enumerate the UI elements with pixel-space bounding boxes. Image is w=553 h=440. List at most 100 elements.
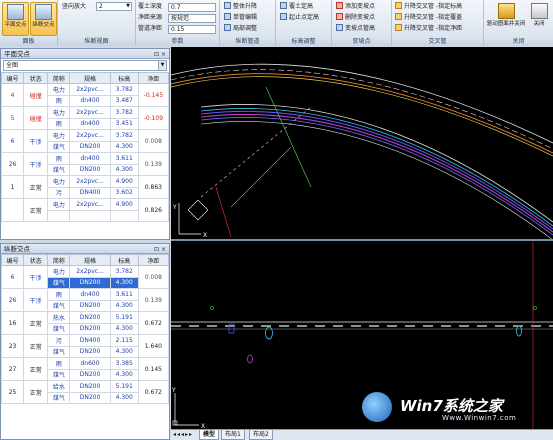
watermark: Win7系统之家 Www.Winwin7.com — [356, 389, 553, 429]
spec-cell: dn600 — [69, 357, 111, 370]
column-header[interactable]: 规格 — [69, 72, 111, 84]
table-row[interactable]: 6 干涉 电力 2x2pvc... 3.782 0.008 — [1, 265, 169, 289]
ribbon-group-panel: 平面交点 纵断交点 面板 — [0, 0, 58, 46]
svg-text:X: X — [203, 232, 207, 239]
clearance-source-select[interactable]: 按规范 — [168, 14, 216, 23]
table-row[interactable]: 正常 电力 2x2pvc... 4.900 0.826 — [1, 198, 169, 222]
vertex-pipe-height-button[interactable]: 变坡点管高 — [336, 24, 375, 34]
table-row[interactable]: 26 干涉雨 dn400 3.611 0.139 — [1, 288, 169, 312]
road-center-line — [171, 69, 553, 150]
pipe-clearance-input[interactable]: 0.15 — [168, 25, 216, 34]
group-label: 面板 — [0, 37, 57, 46]
column-header[interactable]: 标高 — [109, 254, 139, 266]
status-cell: 正常 — [23, 198, 49, 222]
tab-layout2[interactable]: 布局2 — [249, 430, 273, 440]
table-row[interactable]: 16 正常 热水 DN200 5.191 0.672 — [1, 311, 169, 335]
cover-depth-input[interactable]: 0.7 — [168, 3, 216, 12]
column-header[interactable]: 编号 — [1, 72, 25, 84]
group-label: 关闭 — [484, 37, 553, 46]
table-grid-icon — [35, 4, 52, 20]
status-cell: 干涉 — [23, 152, 49, 176]
name-cell: 污 — [47, 186, 71, 199]
group-label: 参数 — [136, 37, 219, 46]
column-header[interactable]: 编号 — [1, 254, 25, 266]
pin-icon[interactable]: ⊡ × — [154, 245, 166, 255]
elevation-cell: 4.300 — [109, 345, 139, 358]
ribbon-group-crossing: 升降交叉管 -指定标高 升降交叉管 -指定覆盖 升降交叉管 -指定净距 交叉管 — [392, 0, 484, 46]
plan-drawing: Y X — [171, 63, 553, 240]
panel-title: 纵断交点 ⊡ × — [1, 244, 169, 254]
pipe-section-cyan — [516, 325, 522, 337]
name-cell: 给水 — [47, 380, 71, 393]
lift-all-button[interactable]: 整体升降 — [224, 2, 257, 12]
column-header[interactable]: 标高 — [109, 72, 139, 84]
svg-text:Y: Y — [171, 387, 176, 394]
endpoint-elevation-button[interactable]: 起止点定高 — [280, 13, 319, 23]
close-button[interactable]: 关闭 — [527, 2, 551, 36]
elevation-cell: 4.900 — [109, 175, 139, 188]
elevation-cell: 2.115 — [109, 334, 139, 347]
add-vertex-button[interactable]: 添加变坡点 — [336, 2, 375, 12]
row-id-cell: 16 — [1, 311, 25, 335]
ribbon-group-profile-view: 竖向放大 2 ▼ 纵断视图 — [58, 0, 136, 46]
profile-table-container[interactable]: 编号 状态 简称 规格 标高 净距 6 干涉 电力 2x2pvc... 3.782 0.008 煤气 D… — [1, 254, 169, 439]
table-row[interactable]: 5 碰撞 电力 2x2pvc... 3.782 -0.109 — [1, 106, 169, 130]
column-header[interactable]: 简称 — [47, 254, 71, 266]
table-row[interactable]: 4 碰撞 电力 2x2pvc... 3.782 -0.145 — [1, 83, 169, 107]
column-header[interactable]: 净距 — [137, 72, 169, 84]
row-id-cell: 5 — [1, 106, 25, 130]
elevation-cell: 4.300 — [109, 391, 139, 404]
spec-cell: 2x2pvc... — [69, 83, 111, 96]
pin-icon[interactable]: ⊡ × — [154, 50, 166, 60]
watermark-url: Www.Winwin7.com — [442, 414, 517, 422]
tab-layout1[interactable]: 布局1 — [221, 430, 245, 440]
table-row[interactable]: 25 正常 给水 DN200 5.191 0.672 — [1, 380, 169, 404]
cover-elevation-button[interactable]: 覆土定高 — [280, 2, 313, 12]
table-row[interactable]: 27 正常雨 dn600 3.385 0.145 — [1, 357, 169, 381]
spec-cell: DN400 — [69, 186, 111, 199]
vertical-zoom-select[interactable]: 2 ▼ — [96, 2, 132, 11]
clearance-cell: 0.672 — [137, 380, 169, 404]
row-id-cell: 25 — [1, 380, 25, 404]
plan-intersection-button[interactable]: 平面交点 — [2, 2, 29, 36]
elevation-cell: 4.900 — [109, 198, 139, 211]
elevation-cell — [109, 209, 139, 222]
name-cell: 煤气 — [47, 322, 71, 335]
row-id-cell: 6 — [1, 129, 25, 153]
table-row[interactable]: 26 干涉雨 dn400 3.611 0.139 — [1, 152, 169, 176]
plan-table-container[interactable]: 编号 状态 简称 规格 标高 净距 4 碰撞 电力 2x2pvc... 3.782 -0.145 雨 d… — [1, 72, 169, 238]
table-row[interactable]: 1 正常 电力 2x2pvc... 4.900 0.863 — [1, 175, 169, 199]
row-id-cell: 4 — [1, 83, 25, 107]
spec-cell: DN200 — [69, 299, 111, 312]
cross-by-clearance-button[interactable]: 升降交叉管 -指定净距 — [395, 24, 462, 34]
column-header[interactable]: 简称 — [47, 72, 71, 84]
column-header[interactable]: 状态 — [23, 254, 49, 266]
elevation-cell: 5.191 — [109, 380, 139, 393]
column-header[interactable]: 净距 — [137, 254, 169, 266]
clearance-cell: 0.139 — [137, 152, 169, 176]
spec-cell: dn400 — [69, 288, 111, 301]
cross-by-elevation-button[interactable]: 升降交叉管 -指定标高 — [395, 2, 462, 12]
pipe-section-magenta — [247, 354, 253, 364]
tab-model[interactable]: 模型 — [199, 430, 220, 440]
table-grid-icon — [7, 4, 24, 20]
tab-nav-arrows[interactable]: ◂◂◂▸▸ — [173, 431, 193, 438]
single-pipe-edit-button[interactable]: 单管编辑 — [224, 13, 257, 23]
delete-vertex-button[interactable]: 删除变坡点 — [336, 13, 375, 23]
plan-drawing-canvas[interactable]: Y X — [171, 47, 553, 240]
table-row[interactable]: 23 正常污 DN400 2.115 1.640 — [1, 334, 169, 358]
column-header[interactable]: 状态 — [23, 72, 49, 84]
row-id-cell: 27 — [1, 357, 25, 381]
crossing-pipe-icon — [395, 2, 402, 9]
profile-intersection-panel: 纵断交点 ⊡ × 编号 状态 简称 规格 标高 净距 6 干涉 电力 2x2pvc... 3.78… — [0, 243, 170, 440]
export-and-close-button[interactable]: 驱动图面并关闭 — [486, 2, 526, 36]
scope-select[interactable]: 全图 ▼ — [3, 60, 167, 71]
column-header[interactable]: 规格 — [69, 254, 111, 266]
cross-by-cover-button[interactable]: 升降交叉管 -指定覆盖 — [395, 13, 462, 23]
elevation-cell: 4.300 — [109, 322, 139, 335]
clearance-cell: 1.640 — [137, 334, 169, 358]
profile-intersection-button[interactable]: 纵断交点 — [30, 2, 57, 36]
table-row[interactable]: 6 干涉 电力 2x2pvc... 3.782 0.008 — [1, 129, 169, 153]
name-cell: 雨 — [47, 357, 71, 370]
local-adjust-button[interactable]: 局部调整 — [224, 24, 257, 34]
